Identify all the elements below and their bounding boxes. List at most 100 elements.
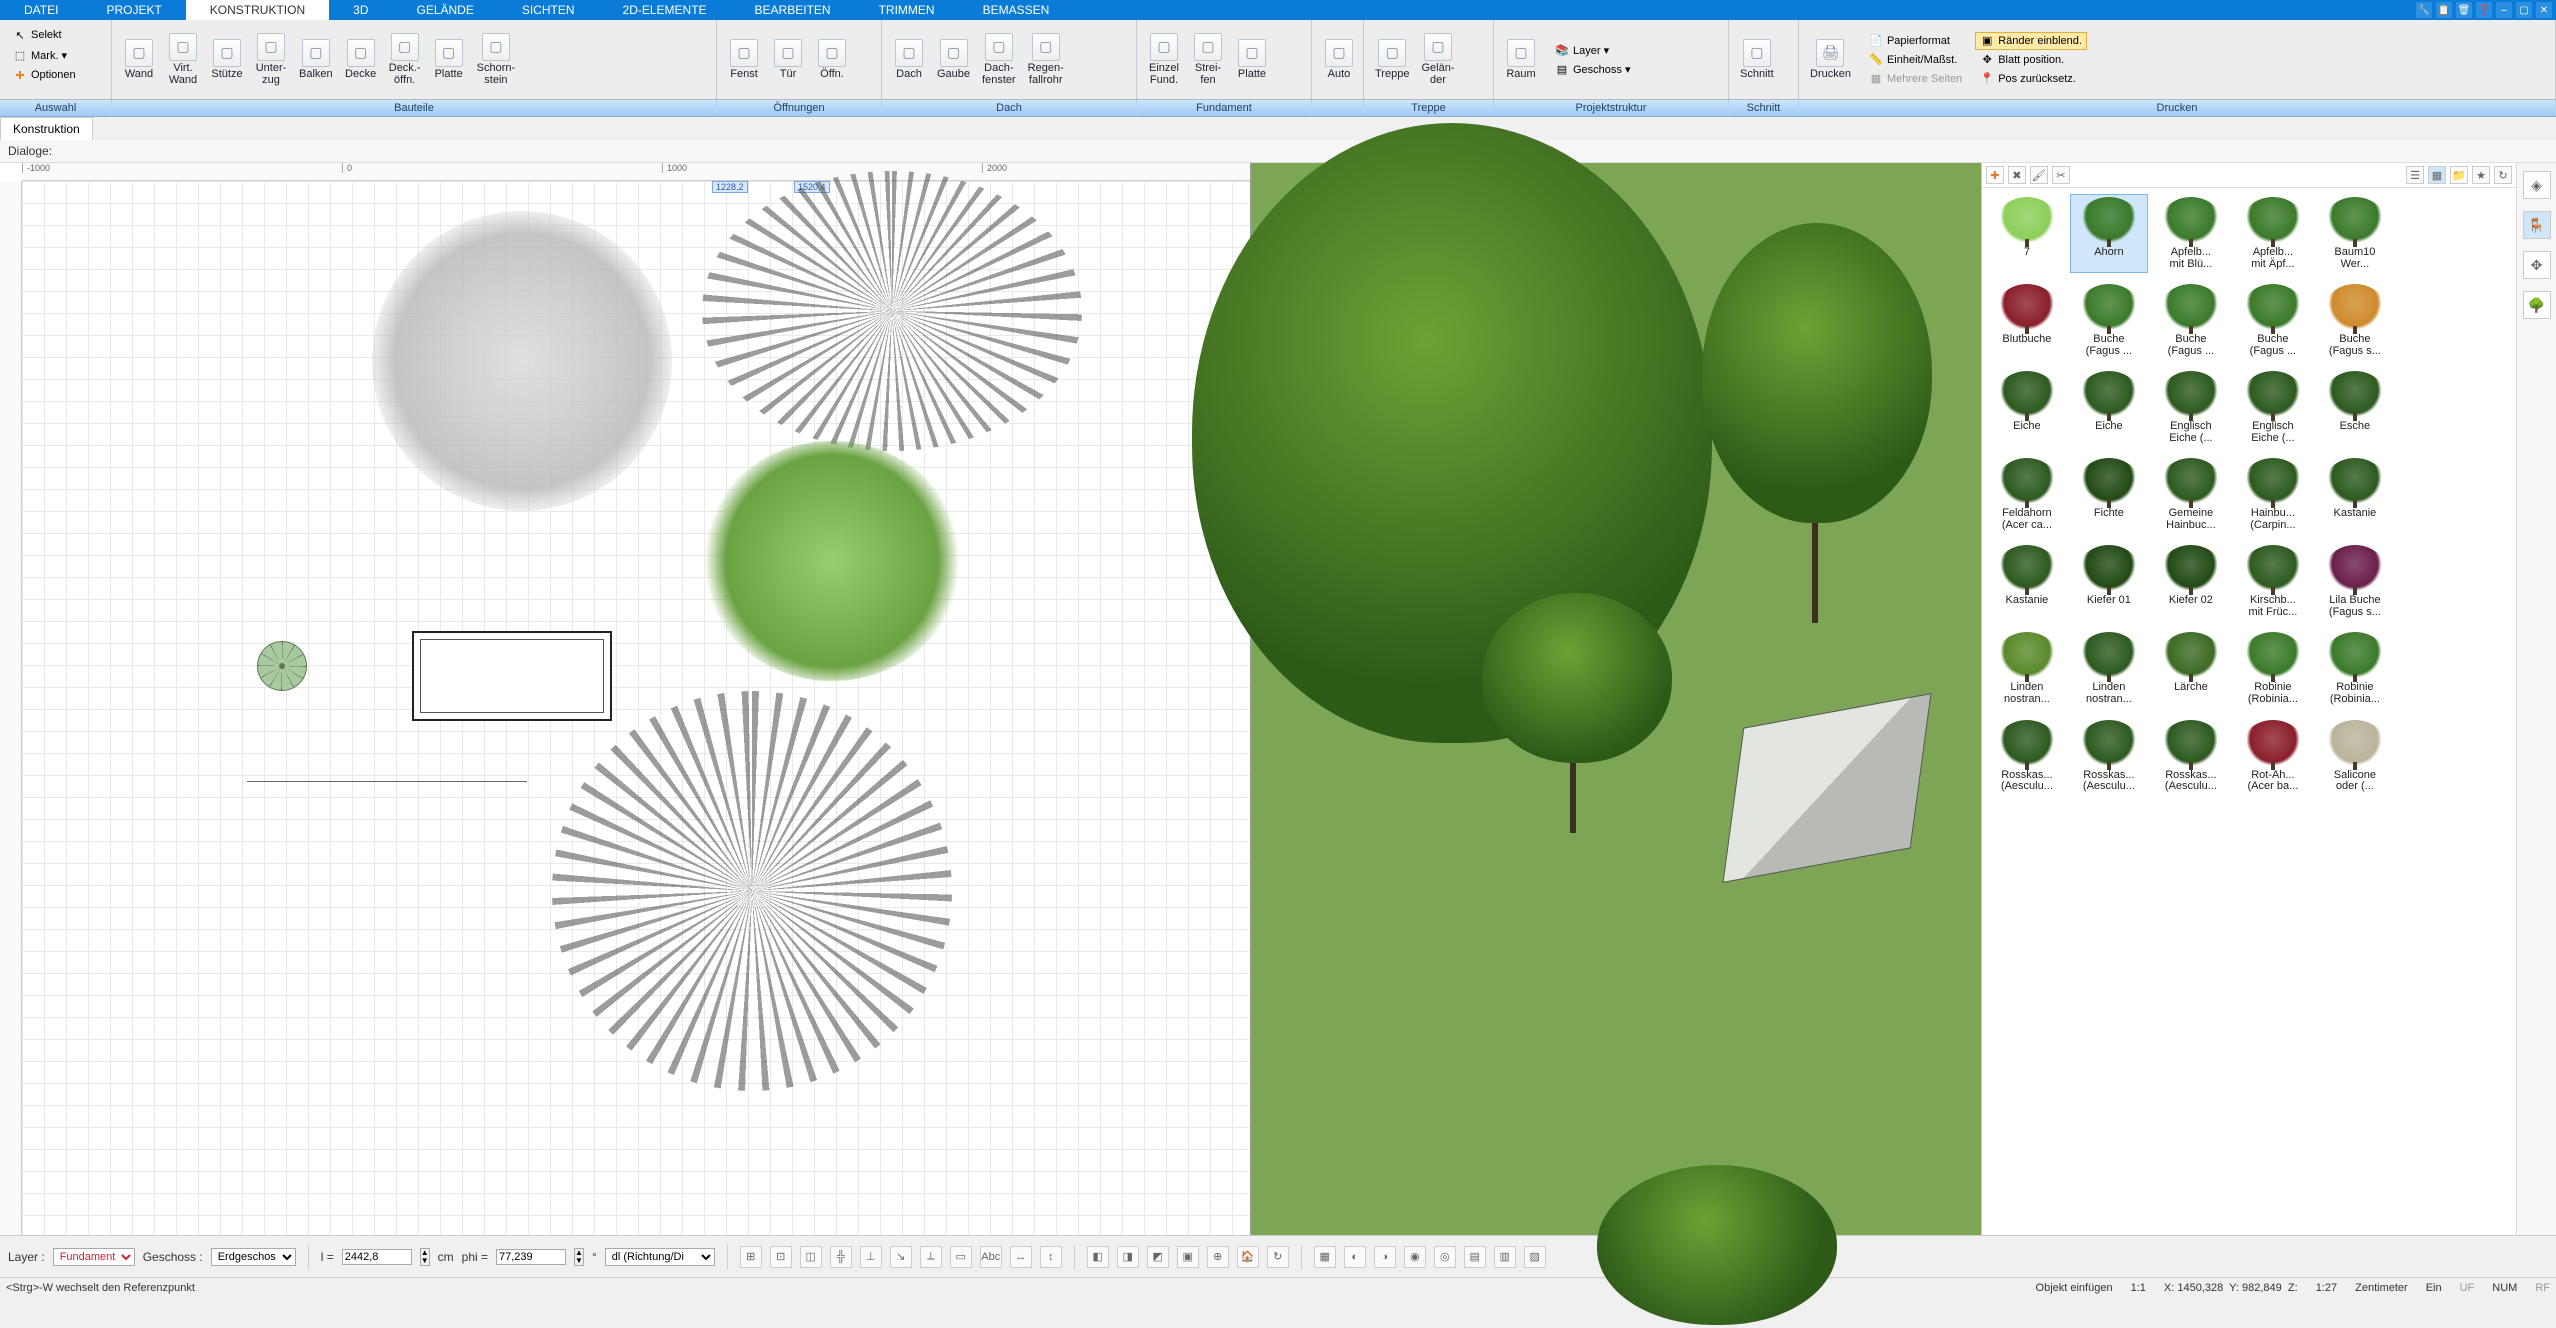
schnitt-schnitt[interactable]: ▢Schnitt [1735, 36, 1779, 84]
lib-delete-icon[interactable]: ✖ [2008, 166, 2026, 184]
library-item[interactable]: EnglischEiche (... [2234, 368, 2312, 447]
lib-paint-icon[interactable]: 🖌 [2030, 166, 2048, 184]
dach-regen-fallrohr[interactable]: ▢Regen-fallrohr [1023, 30, 1069, 89]
oeffnung-fenst[interactable]: ▢Fenst [723, 36, 765, 84]
dach-dach[interactable]: ▢Dach [888, 36, 930, 84]
pos-zuruecksetzen[interactable]: 📍Pos zurücksetz. [1975, 70, 2087, 88]
snap-tool-3[interactable]: ◫ [800, 1246, 822, 1268]
fundament-einzel-fund-[interactable]: ▢EinzelFund. [1143, 30, 1185, 89]
tree-3d-bottom[interactable] [1597, 1165, 1837, 1325]
tree-3d-small[interactable] [1482, 593, 1672, 763]
view-tool-1[interactable]: ◧ [1087, 1246, 1109, 1268]
titlebar-icon-6[interactable]: ✕ [2536, 2, 2552, 18]
tab-konstruktion[interactable]: Konstruktion [0, 117, 93, 140]
view-tool-3[interactable]: ◩ [1147, 1246, 1169, 1268]
lib-folder-icon[interactable]: 📁 [2450, 166, 2468, 184]
sidestrip-layers-icon[interactable]: ◈ [2523, 171, 2551, 199]
layer-dropdown[interactable]: 📚Layer ▾ [1550, 41, 1636, 59]
bauteil-platte[interactable]: ▢Platte [428, 36, 470, 84]
library-item[interactable]: Eiche [2070, 368, 2148, 447]
2d-plan-view[interactable]: -10000100020003000 1228,2 1520,4 [0, 163, 1252, 1235]
blatt-position[interactable]: ✥Blatt position. [1975, 51, 2087, 69]
snap-tool-4[interactable]: ╬ [830, 1246, 852, 1268]
layer-select[interactable]: Fundament [53, 1248, 135, 1266]
geschoss-dropdown[interactable]: ▤Geschoss ▾ [1550, 60, 1636, 78]
view-tool-4[interactable]: ▣ [1177, 1246, 1199, 1268]
library-item[interactable]: Blutbuche [1988, 281, 2066, 360]
library-item[interactable]: Apfelb...mit Äpf... [2234, 194, 2312, 273]
render-tool-4[interactable]: ◉ [1404, 1246, 1426, 1268]
render-tool-8[interactable]: ▨ [1524, 1246, 1546, 1268]
select-tool[interactable]: ↖Selekt [8, 26, 67, 44]
auto-auto[interactable]: ▢Auto [1318, 36, 1360, 84]
bauteil-balken[interactable]: ▢Balken [294, 36, 338, 84]
sidestrip-move-icon[interactable]: ✥ [2523, 251, 2551, 279]
library-item[interactable]: Buche(Fagus ... [2152, 281, 2230, 360]
titlebar-icon-2[interactable]: 🗑 [2456, 2, 2472, 18]
mark-tool[interactable]: ⬚Mark. ▾ [8, 46, 72, 64]
library-item[interactable]: Hainbu...(Carpin... [2234, 455, 2312, 534]
treppe-treppe[interactable]: ▢Treppe [1370, 36, 1414, 84]
view-tool-5[interactable]: ⊕ [1207, 1246, 1229, 1268]
dach-gaube[interactable]: ▢Gaube [932, 36, 975, 84]
library-item[interactable]: Ahorn [2070, 194, 2148, 273]
options-tool[interactable]: ✚Optionen [8, 66, 81, 84]
dim-tool[interactable]: ↕ [1040, 1246, 1062, 1268]
tree-2d-green[interactable] [702, 441, 962, 681]
library-item[interactable]: Lindennostran... [1988, 629, 2066, 708]
menu-datei[interactable]: DATEI [0, 0, 82, 20]
library-item[interactable]: 7 [1988, 194, 2066, 273]
snap-tool-6[interactable]: ↘ [890, 1246, 912, 1268]
menu-bemassen[interactable]: BEMASSEN [959, 0, 1074, 20]
phi-down[interactable]: ▼ [575, 1257, 583, 1265]
mehrere-seiten[interactable]: ▦Mehrere Seiten [1864, 70, 1967, 88]
snap-tool-2[interactable]: ⊡ [770, 1246, 792, 1268]
sidestrip-furniture-icon[interactable]: 🪑 [2523, 211, 2551, 239]
text-tool[interactable]: Abc [980, 1246, 1002, 1268]
view-tool-6[interactable]: 🏠 [1237, 1246, 1259, 1268]
library-item[interactable]: Lärche [2152, 629, 2230, 708]
menu-trimmen[interactable]: TRIMMEN [855, 0, 959, 20]
oeffnung--ffn-[interactable]: ▢Öffn. [811, 36, 853, 84]
3d-view[interactable] [1252, 163, 1980, 1235]
lib-refresh-icon[interactable]: ↻ [2494, 166, 2512, 184]
library-item[interactable]: Kastanie [1988, 542, 2066, 621]
menu-gelände[interactable]: GELÄNDE [392, 0, 497, 20]
geschoss-select[interactable]: Erdgeschos [211, 1248, 296, 1266]
titlebar-icon-0[interactable]: 🔧 [2416, 2, 2432, 18]
bauteil-virt-wand[interactable]: ▢Virt.Wand [162, 30, 204, 89]
building-3d[interactable] [1723, 693, 1932, 883]
titlebar-icon-5[interactable]: ▢ [2516, 2, 2532, 18]
library-item[interactable]: Robinie(Robinia... [2316, 629, 2394, 708]
lib-view-grid-icon[interactable]: ▦ [2428, 166, 2446, 184]
library-item[interactable]: Baum10Wer... [2316, 194, 2394, 273]
fundament-strei-fen[interactable]: ▢Strei-fen [1187, 30, 1229, 89]
library-item[interactable]: Buche(Fagus ... [2070, 281, 2148, 360]
length-input[interactable] [342, 1249, 412, 1265]
oeffnung-t-r[interactable]: ▢Tür [767, 36, 809, 84]
tree-2d-wireframe-2[interactable] [552, 691, 952, 1091]
library-item[interactable]: Rosskas...(Aesculu... [1988, 717, 2066, 796]
library-item[interactable]: Feldahorn(Acer ca... [1988, 455, 2066, 534]
render-tool-5[interactable]: ◎ [1434, 1246, 1456, 1268]
library-item[interactable]: Fichte [2070, 455, 2148, 534]
fundament-platte[interactable]: ▢Platte [1231, 36, 1273, 84]
library-item[interactable]: Rosskas...(Aesculu... [2152, 717, 2230, 796]
render-tool-6[interactable]: ▤ [1464, 1246, 1486, 1268]
lib-add-icon[interactable]: ✚ [1986, 166, 2004, 184]
dl-select[interactable]: dl (Richtung/Di [605, 1248, 715, 1266]
library-item[interactable]: Kastanie [2316, 455, 2394, 534]
menu-konstruktion[interactable]: KONSTRUKTION [186, 0, 329, 20]
library-item[interactable]: GemeineHainbuc... [2152, 455, 2230, 534]
tree-2d-gray[interactable] [372, 211, 672, 511]
2d-canvas[interactable]: 1228,2 1520,4 [22, 181, 1250, 1235]
menu-projekt[interactable]: PROJEKT [82, 0, 185, 20]
library-item[interactable]: Kirschb...mit Früc... [2234, 542, 2312, 621]
raender-einblenden[interactable]: ▣Ränder einblend. [1975, 32, 2087, 50]
library-item[interactable]: Robinie(Robinia... [2234, 629, 2312, 708]
titlebar-icon-3[interactable]: ❓ [2476, 2, 2492, 18]
length-down[interactable]: ▼ [421, 1257, 429, 1265]
tree-2d-symbol[interactable] [257, 641, 307, 691]
papierformat[interactable]: 📄Papierformat [1864, 32, 1967, 50]
render-tool-2[interactable]: ◐ [1344, 1246, 1366, 1268]
